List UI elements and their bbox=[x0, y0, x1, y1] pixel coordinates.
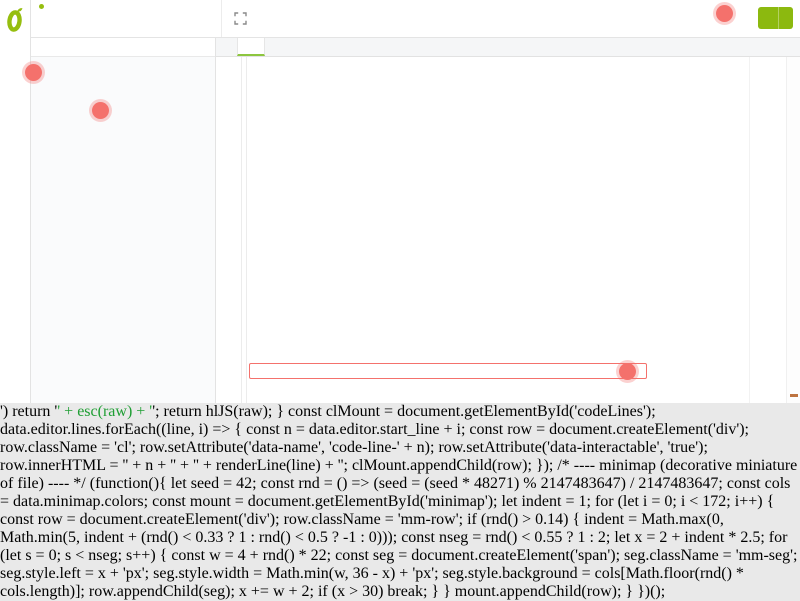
store-switcher[interactable] bbox=[30, 0, 222, 37]
panel-title bbox=[30, 37, 215, 57]
save-dropdown-caret-icon[interactable] bbox=[778, 7, 793, 29]
annotation-circle-2 bbox=[92, 102, 109, 119]
editor-tabbar bbox=[215, 37, 800, 57]
annotation-circle-4 bbox=[716, 5, 733, 22]
templates-panel bbox=[30, 37, 216, 403]
status-dot bbox=[39, 4, 44, 9]
scrollbar-annotation-mark bbox=[790, 394, 798, 397]
tab-estandar[interactable] bbox=[237, 37, 265, 56]
vertical-scrollbar[interactable] bbox=[786, 56, 800, 403]
minimap[interactable] bbox=[749, 56, 787, 403]
topbar bbox=[30, 0, 800, 38]
save-button[interactable] bbox=[758, 7, 793, 29]
fullscreen-icon[interactable] bbox=[234, 12, 247, 25]
left-icon-rail bbox=[0, 0, 31, 403]
annotation-circle-1 bbox=[25, 64, 42, 81]
code-editor bbox=[215, 37, 800, 403]
gutter-divider bbox=[241, 56, 242, 403]
annotation-box-line-587 bbox=[249, 363, 647, 379]
jumpseller-logo[interactable] bbox=[0, 0, 30, 37]
template-tree bbox=[30, 57, 215, 62]
annotation-circle-3 bbox=[619, 363, 636, 380]
code-area[interactable] bbox=[215, 56, 749, 403]
save-button-label bbox=[758, 7, 778, 29]
line-number: ' + n + ' bbox=[125, 457, 173, 474]
theme-code-editor-app bbox=[0, 0, 800, 403]
fold-gutter-divider bbox=[246, 56, 247, 403]
line-content: ' + renderLine(line) + ' bbox=[196, 457, 341, 474]
